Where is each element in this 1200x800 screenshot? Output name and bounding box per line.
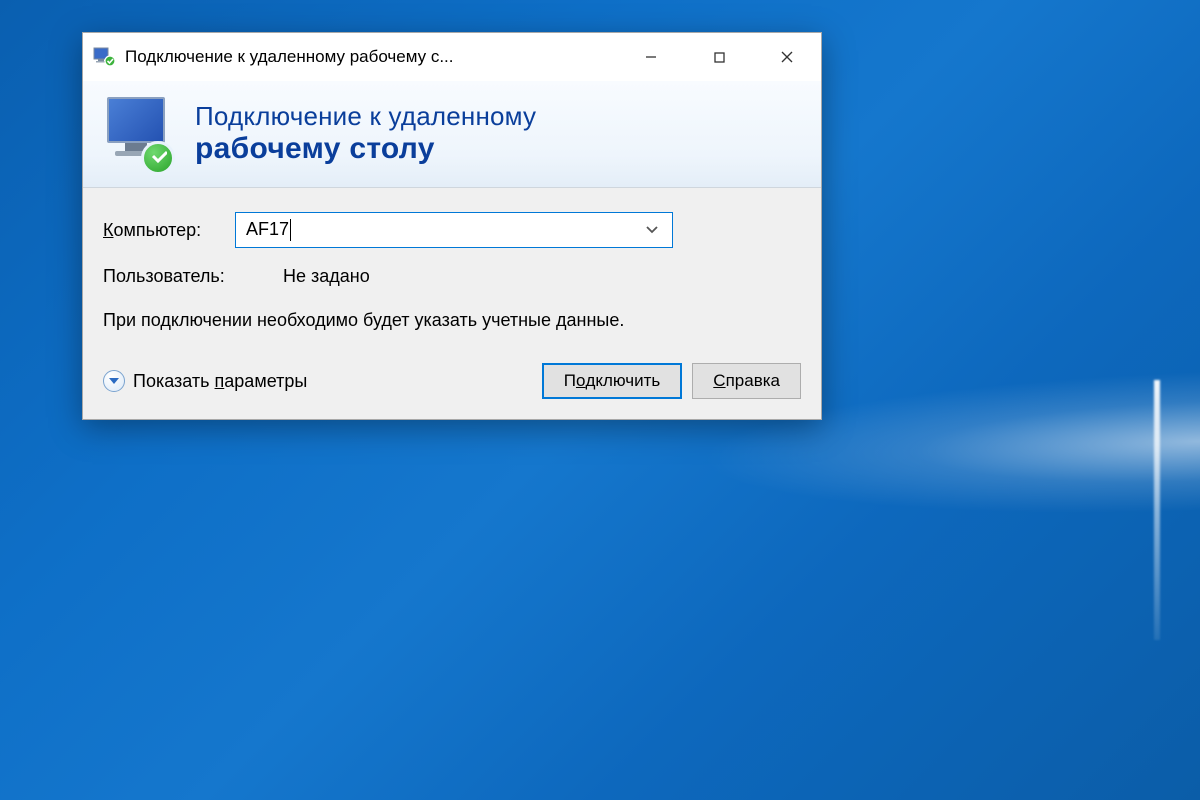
info-text: При подключении необходимо будет указать… [103,307,801,333]
chevron-down-icon[interactable] [642,225,662,235]
footer-row: Показать параметры Подключить Справка [103,363,801,399]
rdp-dialog: Подключение к удаленному рабочему с... П… [82,32,822,420]
user-value: Не задано [283,266,370,287]
banner-title-line1: Подключение к удаленному [195,101,803,132]
user-row: Пользователь: Не задано [103,266,801,287]
computer-input-value[interactable]: AF17 [246,219,642,241]
dialog-body: Компьютер: AF17 Пользователь: Не задано … [83,188,821,419]
show-options-label: Показать параметры [133,371,307,392]
connect-button[interactable]: Подключить [542,363,683,399]
banner: Подключение к удаленному рабочему столу [83,81,821,188]
close-button[interactable] [753,33,821,81]
minimize-button[interactable] [617,33,685,81]
window-title: Подключение к удаленному рабочему с... [125,47,454,67]
banner-title-line2: рабочему столу [195,132,803,166]
rdp-icon [101,93,181,173]
help-button[interactable]: Справка [692,363,801,399]
computer-combobox[interactable]: AF17 [235,212,673,248]
window-controls [617,33,821,81]
user-label: Пользователь: [103,266,283,287]
expand-down-icon [103,370,125,392]
show-options-link[interactable]: Показать параметры [103,370,307,392]
banner-text: Подключение к удаленному рабочему столу [195,101,803,166]
text-caret [290,219,291,241]
computer-label: Компьютер: [103,220,223,241]
computer-field-row: Компьютер: AF17 [103,212,801,248]
maximize-button[interactable] [685,33,753,81]
desktop-light-vertical [1154,380,1160,640]
app-icon [93,47,117,67]
titlebar[interactable]: Подключение к удаленному рабочему с... [83,33,821,81]
